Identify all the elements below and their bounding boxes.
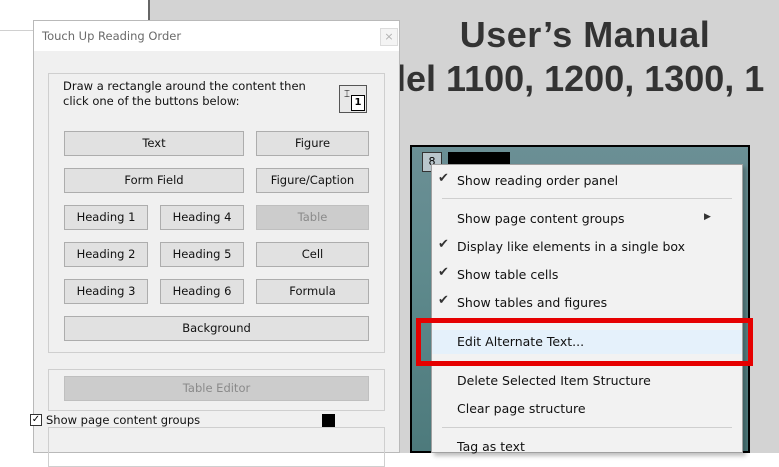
heading-6-button[interactable]: Heading 6 [160, 279, 244, 304]
menu-item-label: Delete Selected Item Structure [457, 373, 651, 388]
menu-item-show-page-content-groups[interactable]: Show page content groups ▶ [432, 207, 742, 231]
menu-item-label: Clear page structure [457, 401, 586, 416]
menu-item-delete-selected-item-structure[interactable]: Delete Selected Item Structure [432, 369, 742, 393]
menu-item-show-table-cells[interactable]: ✔ Show table cells [432, 263, 742, 287]
number-badge-icon: 1 [351, 95, 365, 111]
submenu-arrow-icon: ▶ [704, 212, 711, 222]
menu-item-label: Show page content groups [457, 211, 625, 226]
document-title: User’s Manual [459, 14, 711, 55]
menu-item-show-tables-and-figures[interactable]: ✔ Show tables and figures [432, 291, 742, 315]
heading-3-button[interactable]: Heading 3 [64, 279, 148, 304]
menu-item-show-reading-order-panel[interactable]: ✔ Show reading order panel [432, 169, 742, 193]
menu-item-label: Show table cells [457, 267, 559, 282]
cell-button[interactable]: Cell [256, 242, 369, 267]
context-menu: ✔ Show reading order panel Show page con… [431, 164, 743, 454]
text-button[interactable]: Text [64, 131, 244, 156]
heading-2-button[interactable]: Heading 2 [64, 242, 148, 267]
table-editor-button: Table Editor [64, 376, 369, 401]
show-page-content-groups-label: Show page content groups [46, 413, 201, 427]
menu-item-label: Show reading order panel [457, 173, 619, 188]
background-button[interactable]: Background [64, 316, 369, 341]
checkmark-icon: ✔ [438, 237, 449, 252]
checkmark-icon: ✔ [438, 171, 449, 186]
close-button[interactable]: × [380, 28, 398, 46]
heading-1-button[interactable]: Heading 1 [64, 205, 148, 230]
form-field-button[interactable]: Form Field [64, 168, 244, 193]
instructions-text: Draw a rectangle around the content then… [63, 79, 306, 108]
checkmark-icon: ✔ [438, 265, 449, 280]
group-color-swatch[interactable] [322, 414, 335, 427]
figure-button[interactable]: Figure [256, 131, 369, 156]
highlight-annotation-box [416, 318, 753, 366]
menu-separator [442, 198, 732, 199]
dialog-title: Touch Up Reading Order [42, 29, 182, 43]
touch-up-reading-order-dialog: Touch Up Reading Order × Draw a rectangl… [33, 20, 400, 467]
menu-item-label: Show tables and figures [457, 295, 608, 310]
heading-5-button[interactable]: Heading 5 [160, 242, 244, 267]
options-group [48, 427, 385, 467]
menu-item-tag-as-text[interactable]: Tag as text [432, 435, 742, 459]
menu-separator [442, 427, 732, 428]
dialog-titlebar[interactable]: Touch Up Reading Order × [34, 21, 399, 51]
cursor-icon: ⌶ [344, 89, 350, 100]
reading-order-tool-icon[interactable]: ⌶ 1 [339, 85, 367, 113]
heading-4-button[interactable]: Heading 4 [160, 205, 244, 230]
figure-caption-button[interactable]: Figure/Caption [256, 168, 369, 193]
show-page-content-groups-checkbox[interactable]: ✓ [30, 414, 42, 426]
menu-item-label: Tag as text [457, 439, 525, 454]
menu-item-label: Display like elements in a single box [457, 239, 686, 254]
checkmark-icon: ✔ [438, 293, 449, 308]
formula-button[interactable]: Formula [256, 279, 369, 304]
menu-item-display-like-elements[interactable]: ✔ Display like elements in a single box [432, 235, 742, 259]
document-subtitle: lel 1100, 1200, 1300, 1 [396, 58, 765, 99]
table-button: Table [256, 205, 369, 230]
menu-item-clear-page-structure[interactable]: Clear page structure [432, 397, 742, 421]
